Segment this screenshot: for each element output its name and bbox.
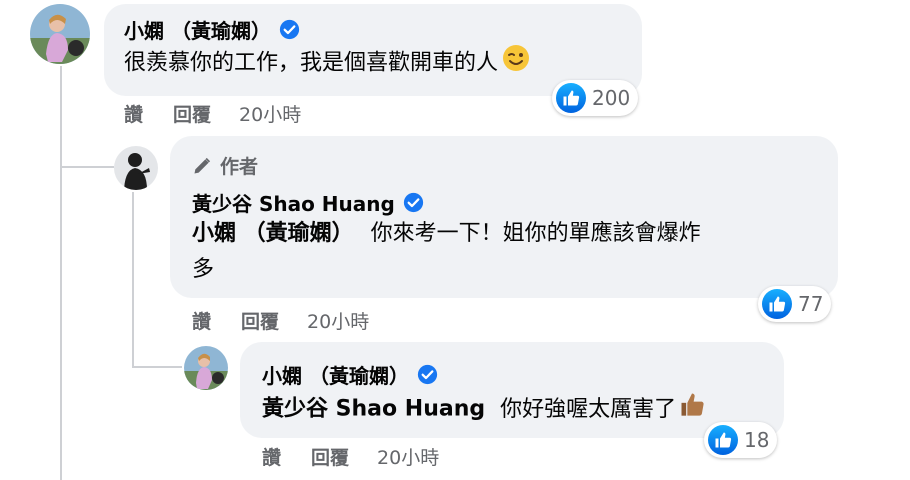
comment-timestamp[interactable]: 20小時 [307,307,369,334]
comment-author[interactable]: 黃少谷 Shao Huang [192,188,424,217]
thread-line-main [60,66,62,480]
comment-text: 黃少谷 Shao Huang 你好強喔太厲害了 [262,390,706,429]
comment-actions: 讚 回覆 20小時 [192,307,369,334]
comment-text: 很羨慕你的工作，我是個喜歡開車的人 [124,44,530,83]
like-reaction-icon [708,425,738,455]
pencil-icon [194,157,211,173]
reply-button[interactable]: 回覆 [241,307,279,334]
verified-badge-icon [417,364,438,385]
avatar[interactable] [114,146,158,190]
reply-button[interactable]: 回覆 [311,443,349,470]
comment-author[interactable]: 小嫻 （黃瑜嫻） [124,15,300,44]
comment-actions: 讚 回覆 20小時 [262,443,439,470]
wink-emoji-icon [502,44,530,83]
thread-line-reply-sub [132,192,134,366]
comment-author[interactable]: 小嫻 （黃瑜嫻） [262,360,438,389]
thread-line-reply2-branch [132,366,182,368]
comment-text: 小嫻 （黃瑜嫻） 你來考一下！姐你的單應該會爆炸 [192,221,701,246]
verified-badge-icon [403,192,423,213]
like-count: 77 [798,292,824,316]
author-badge: 作者 [192,152,258,179]
like-button[interactable]: 讚 [124,100,143,127]
comment-text-continued: 多 [192,257,215,282]
verified-badge-icon [279,19,300,40]
thread-line-reply1-branch [60,166,114,168]
like-button[interactable]: 讚 [262,443,281,470]
mention-link[interactable]: 黃少谷 Shao Huang [262,397,485,422]
like-reaction-icon [762,289,792,319]
reaction-count[interactable]: 77 [758,286,832,322]
like-reaction-icon [556,83,586,113]
reaction-count[interactable]: 18 [704,422,778,458]
comment-timestamp[interactable]: 20小時 [239,100,301,127]
avatar[interactable] [184,346,228,390]
avatar[interactable] [30,4,90,64]
reaction-count[interactable]: 200 [552,80,639,116]
comment-timestamp[interactable]: 20小時 [377,443,439,470]
reply-button[interactable]: 回覆 [173,100,211,127]
mention-link[interactable]: 小嫻 （黃瑜嫻） [192,221,354,246]
like-count: 18 [744,428,770,452]
like-button[interactable]: 讚 [192,307,211,334]
comment-actions: 讚 回覆 20小時 [124,100,301,127]
like-count: 200 [592,86,631,110]
thumbs-up-emoji-icon [678,390,706,429]
